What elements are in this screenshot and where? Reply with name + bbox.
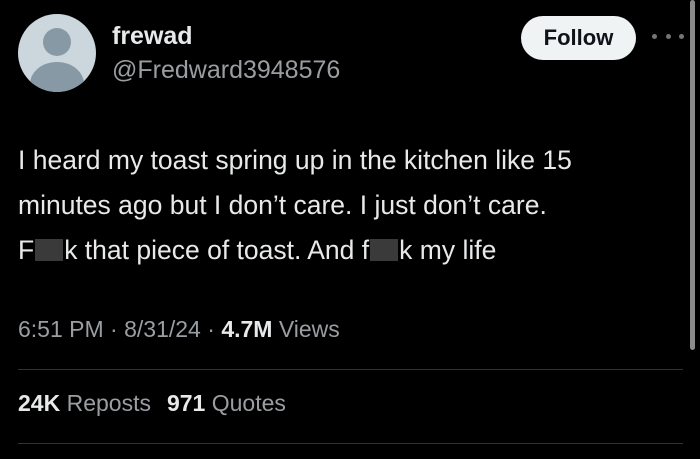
more-dot xyxy=(665,33,671,39)
quotes-label: Quotes xyxy=(211,390,286,416)
censor-blur xyxy=(35,239,64,261)
meta-separator: · xyxy=(110,316,118,342)
quotes-count: 971 xyxy=(166,390,206,416)
scrollbar[interactable] xyxy=(690,0,695,350)
more-dot xyxy=(679,33,684,39)
views-label: Views xyxy=(278,316,340,342)
tweet-text-fragment: F xyxy=(18,235,35,265)
tweet-text-fragment: k my life xyxy=(399,235,497,265)
tweet-meta: 6:51 PM · 8/31/24 · 4.7M Views xyxy=(18,316,340,343)
avatar[interactable] xyxy=(18,14,96,92)
views-count: 4.7M xyxy=(221,316,273,342)
tweet-stats: 24K Reposts 971 Quotes xyxy=(18,390,286,417)
avatar-shoulders-shape xyxy=(30,62,84,92)
quotes-link[interactable]: 971 Quotes xyxy=(167,390,286,416)
follow-button[interactable]: Follow xyxy=(521,16,636,60)
divider xyxy=(18,369,683,370)
divider xyxy=(18,443,683,444)
user-handle[interactable]: @Fredward3948576 xyxy=(112,56,340,85)
tweet-text-line: minutes ago but I don’t care. I just don… xyxy=(18,190,547,220)
reposts-label: Reposts xyxy=(66,390,151,416)
reposts-count: 24K xyxy=(18,390,61,416)
display-name[interactable]: frewad xyxy=(112,22,193,51)
meta-separator: · xyxy=(207,316,215,342)
tweet-text-fragment: k that piece of toast. And f xyxy=(64,235,370,265)
more-horizontal-icon[interactable] xyxy=(652,26,684,46)
censor-blur xyxy=(370,239,399,261)
tweet-text-line: Fk that piece of toast. And f k my life xyxy=(18,228,683,273)
tweet-text-line: I heard my toast spring up in the kitche… xyxy=(18,145,572,175)
tweet-card: frewad @Fredward3948576 Follow I heard m… xyxy=(0,0,700,459)
tweet-text: I heard my toast spring up in the kitche… xyxy=(18,138,683,273)
reposts-link[interactable]: 24K Reposts xyxy=(18,390,151,416)
tweet-date[interactable]: 8/31/24 xyxy=(124,316,201,342)
avatar-head-shape xyxy=(43,28,71,56)
tweet-time[interactable]: 6:51 PM xyxy=(18,316,104,342)
more-dot xyxy=(652,33,657,39)
